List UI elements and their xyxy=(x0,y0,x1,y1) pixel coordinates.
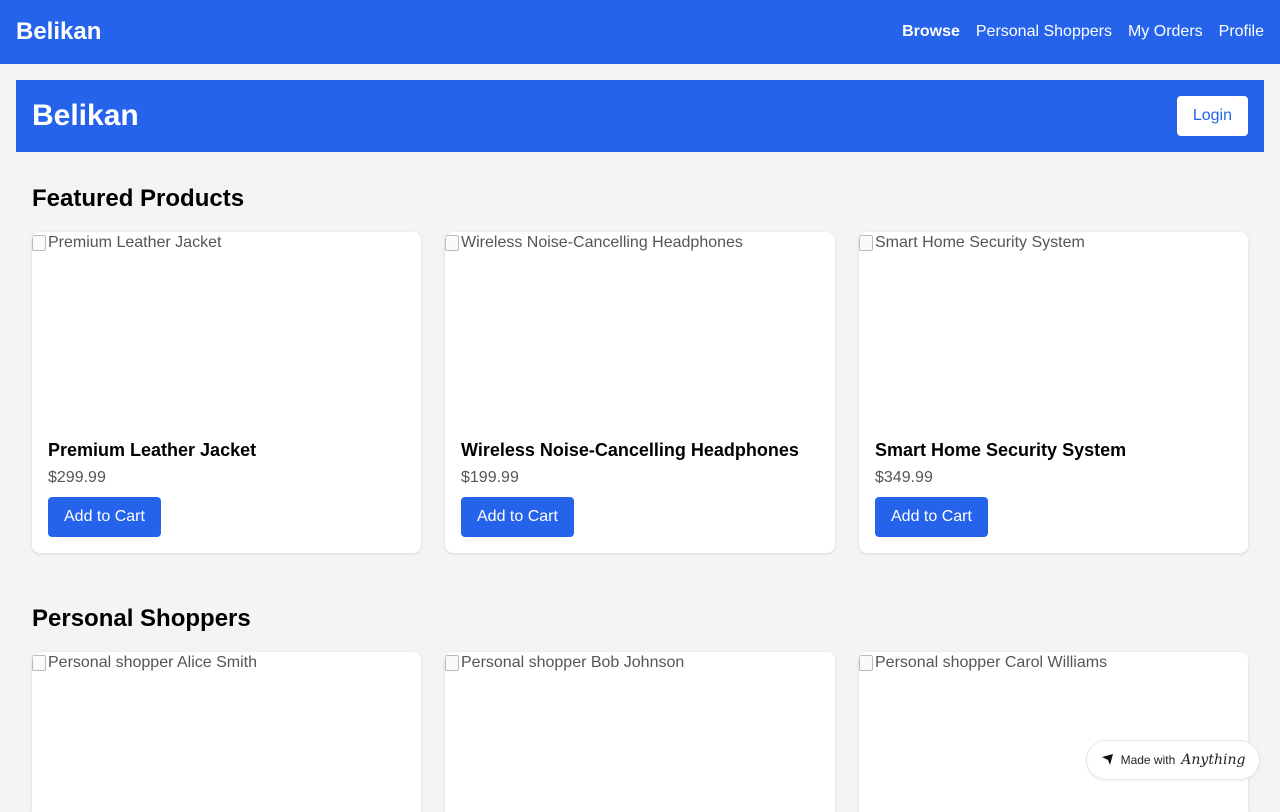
featured-products-heading: Featured Products xyxy=(32,185,245,212)
made-with-badge[interactable]: Made with Anything xyxy=(1086,740,1260,780)
product-price: $199.99 xyxy=(461,469,519,486)
product-image: Wireless Noise-Cancelling Headphones xyxy=(445,232,835,428)
product-image-alt: Smart Home Security System xyxy=(875,234,1085,251)
shopper-image: Personal shopper Bob Johnson xyxy=(445,652,835,812)
broken-image-icon xyxy=(445,235,459,251)
product-price: $349.99 xyxy=(875,469,933,486)
nav-links: Browse Personal Shoppers My Orders Profi… xyxy=(902,23,1264,41)
product-image-alt: Wireless Noise-Cancelling Headphones xyxy=(461,234,743,251)
broken-image-icon xyxy=(32,235,46,251)
broken-image-icon xyxy=(445,655,459,671)
product-image-alt: Premium Leather Jacket xyxy=(48,234,222,251)
shopper-image-alt: Personal shopper Bob Johnson xyxy=(461,654,685,671)
badge-prefix: Made with xyxy=(1120,753,1176,767)
add-to-cart-button[interactable]: Add to Cart xyxy=(48,497,161,537)
shopper-image-alt: Personal shopper Carol Williams xyxy=(875,654,1108,671)
top-navbar: Belikan Browse Personal Shoppers My Orde… xyxy=(0,0,1280,64)
product-name: Premium Leather Jacket xyxy=(48,440,257,460)
product-card: Smart Home Security System Smart Home Se… xyxy=(859,232,1248,553)
badge-brand: Anything xyxy=(1181,752,1246,768)
shopper-grid: Personal shopper Alice Smith Personal sh… xyxy=(32,652,1248,812)
product-card: Wireless Noise-Cancelling Headphones Wir… xyxy=(445,232,835,553)
add-to-cart-button[interactable]: Add to Cart xyxy=(461,497,574,537)
login-button[interactable]: Login xyxy=(1176,96,1248,136)
shopper-card[interactable]: Personal shopper Bob Johnson xyxy=(445,652,835,812)
product-name: Wireless Noise-Cancelling Headphones xyxy=(461,440,799,460)
broken-image-icon xyxy=(859,655,873,671)
nav-link-my-orders[interactable]: My Orders xyxy=(1128,23,1203,41)
nav-link-profile[interactable]: Profile xyxy=(1219,23,1264,41)
hero-title: Belikan xyxy=(32,99,139,132)
broken-image-icon xyxy=(859,235,873,251)
product-name: Smart Home Security System xyxy=(875,440,1127,460)
bird-logo-icon xyxy=(1101,754,1113,765)
shopper-image: Personal shopper Alice Smith xyxy=(32,652,421,812)
product-image: Smart Home Security System xyxy=(859,232,1248,428)
personal-shoppers-heading: Personal Shoppers xyxy=(32,605,251,632)
brand-logo[interactable]: Belikan xyxy=(16,18,101,46)
nav-link-browse[interactable]: Browse xyxy=(902,23,960,41)
add-to-cart-button[interactable]: Add to Cart xyxy=(875,497,988,537)
broken-image-icon xyxy=(32,655,46,671)
product-card: Premium Leather Jacket Premium Leather J… xyxy=(32,232,421,553)
shopper-card[interactable]: Personal shopper Alice Smith xyxy=(32,652,421,812)
shopper-image: Personal shopper Carol Williams xyxy=(859,652,1248,812)
product-grid: Premium Leather Jacket Premium Leather J… xyxy=(32,232,1248,553)
product-image: Premium Leather Jacket xyxy=(32,232,421,428)
nav-link-personal-shoppers[interactable]: Personal Shoppers xyxy=(976,23,1112,41)
product-price: $299.99 xyxy=(48,469,106,486)
hero-banner: Belikan Login xyxy=(16,80,1264,152)
shopper-image-alt: Personal shopper Alice Smith xyxy=(48,654,257,671)
shopper-card[interactable]: Personal shopper Carol Williams xyxy=(859,652,1248,812)
